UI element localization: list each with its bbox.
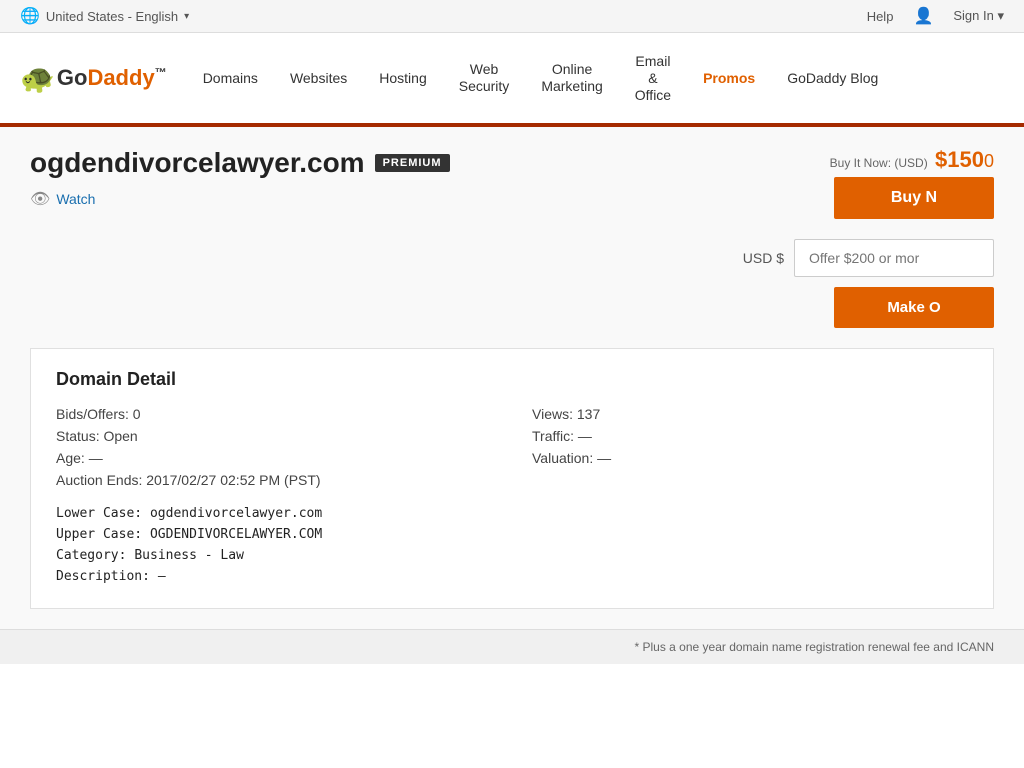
lowercase-value: ogdendivorcelawyer.com bbox=[150, 506, 322, 521]
globe-icon: 🌐 bbox=[20, 6, 40, 26]
buy-it-now-label: Buy It Now: (USD) $1500 bbox=[814, 147, 994, 173]
domain-header-row: ogdendivorcelawyer.com PREMIUM 👁 Watch B… bbox=[30, 147, 994, 328]
watch-link[interactable]: 👁 Watch bbox=[30, 189, 743, 209]
nav-godaddy-blog[interactable]: GoDaddy Blog bbox=[771, 49, 894, 107]
nav-domains[interactable]: Domains bbox=[187, 49, 274, 107]
locale-text: United States - English bbox=[46, 9, 178, 24]
nav-web-security[interactable]: WebSecurity bbox=[443, 41, 526, 115]
nav-promos[interactable]: Promos bbox=[687, 49, 771, 107]
logo[interactable]: 🐢 GoDaddy™ bbox=[20, 52, 187, 105]
nav-websites[interactable]: Websites bbox=[274, 49, 363, 107]
top-bar-right: Help 👤 Sign In ▾ bbox=[867, 6, 1004, 26]
domain-detail-grid: Bids/Offers: 0 Views: 137 Status: Open T… bbox=[56, 406, 968, 488]
help-link[interactable]: Help bbox=[867, 9, 894, 24]
top-bar: 🌐 United States - English ▾ Help 👤 Sign … bbox=[0, 0, 1024, 33]
account-icon: 👤 bbox=[913, 6, 933, 26]
auction-ends: Auction Ends: 2017/02/27 02:52 PM (PST) bbox=[56, 472, 968, 488]
uppercase-row: Upper Case: OGDENDIVORCELAWYER.COM bbox=[56, 525, 968, 542]
category-row: Category: Business - Law bbox=[56, 546, 968, 563]
description-row: Description: — bbox=[56, 567, 968, 584]
offer-section: USD $ bbox=[743, 239, 994, 277]
nav-online-marketing[interactable]: OnlineMarketing bbox=[525, 41, 618, 115]
locale-dropdown-arrow: ▾ bbox=[184, 11, 189, 22]
nav-hosting[interactable]: Hosting bbox=[363, 49, 442, 107]
views: Views: 137 bbox=[532, 406, 968, 422]
sign-in-link[interactable]: Sign In ▾ bbox=[953, 8, 1004, 24]
domain-detail-heading: Domain Detail bbox=[56, 369, 968, 390]
traffic: Traffic: — bbox=[532, 428, 968, 444]
locale-selector[interactable]: 🌐 United States - English ▾ bbox=[20, 6, 189, 26]
eye-icon: 👁 bbox=[30, 189, 50, 209]
lowercase-row: Lower Case: ogdendivorcelawyer.com bbox=[56, 504, 968, 521]
status: Status: Open bbox=[56, 428, 492, 444]
category-value: Business - Law bbox=[134, 548, 244, 563]
buy-now-button[interactable]: Buy N bbox=[834, 177, 994, 219]
domain-name-row: ogdendivorcelawyer.com PREMIUM bbox=[30, 147, 743, 179]
footer-note: * Plus a one year domain name registrati… bbox=[0, 629, 1024, 664]
valuation: Valuation: — bbox=[532, 450, 968, 466]
main-content: ogdendivorcelawyer.com PREMIUM 👁 Watch B… bbox=[0, 127, 1024, 629]
make-offer-button[interactable]: Make O bbox=[834, 287, 994, 328]
uppercase-value: OGDENDIVORCELAWYER.COM bbox=[150, 527, 322, 542]
domain-strings: Lower Case: ogdendivorcelawyer.com Upper… bbox=[56, 504, 968, 584]
bids-offers: Bids/Offers: 0 bbox=[56, 406, 492, 422]
price-value: $1500 bbox=[935, 147, 994, 172]
price-panel: Buy It Now: (USD) $1500 Buy N bbox=[814, 147, 994, 219]
premium-badge: PREMIUM bbox=[375, 154, 450, 172]
usd-label: USD $ bbox=[743, 250, 784, 266]
watch-label: Watch bbox=[56, 191, 95, 207]
domain-title-area: ogdendivorcelawyer.com PREMIUM 👁 Watch bbox=[30, 147, 743, 209]
domain-detail: Domain Detail Bids/Offers: 0 Views: 137 … bbox=[30, 348, 994, 609]
age: Age: — bbox=[56, 450, 492, 466]
right-panel: Buy It Now: (USD) $1500 Buy N USD $ Make… bbox=[743, 147, 994, 328]
nav-bar: 🐢 GoDaddy™ Domains Websites Hosting WebS… bbox=[0, 33, 1024, 127]
description-value: — bbox=[158, 569, 166, 584]
nav-email-office[interactable]: Email&Office bbox=[619, 33, 687, 123]
offer-input[interactable] bbox=[794, 239, 994, 277]
domain-name-text: ogdendivorcelawyer.com bbox=[30, 147, 365, 179]
